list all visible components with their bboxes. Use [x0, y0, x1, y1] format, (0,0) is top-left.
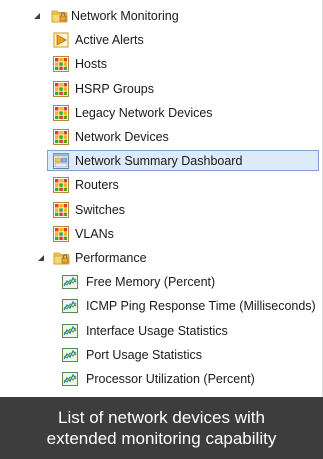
tree-node-network-monitoring[interactable]: Network Monitoring [0, 4, 323, 28]
tree-node-label: Performance [75, 250, 147, 265]
performance-view-icon [62, 371, 78, 387]
tree-item-label: Network Devices [75, 130, 169, 145]
tree-item-icmp-ping-response-time[interactable]: ICMP Ping Response Time (Milliseconds) [0, 294, 323, 318]
tree-item-vlans[interactable]: VLANs [0, 222, 323, 246]
state-view-icon [53, 177, 69, 194]
tree-item-label: HSRP Groups [75, 81, 154, 96]
performance-view-icon [62, 274, 78, 290]
state-view-icon [53, 104, 69, 121]
state-view-icon [53, 201, 69, 218]
tree-item-label: Active Alerts [75, 33, 144, 48]
tree-item-label: Switches [75, 202, 126, 217]
tree-item-interface-usage-statistics[interactable]: Interface Usage Statistics [0, 318, 323, 342]
navigation-tree-pane: Network Monitoring Active Alerts Hosts H… [0, 0, 323, 459]
tree-item-label: Port Usage Statistics [86, 347, 203, 362]
tree-node-label: Network Monitoring [71, 9, 179, 24]
folder-lock-icon [51, 8, 68, 24]
caption-line-1: List of network devices with [58, 408, 265, 427]
tree-item-port-usage-statistics[interactable]: Port Usage Statistics [0, 343, 323, 367]
navigation-tree: Network Monitoring Active Alerts Hosts H… [0, 4, 323, 391]
tree-item-routers[interactable]: Routers [0, 173, 323, 197]
tree-item-label: Hosts [75, 57, 107, 72]
tree-item-label: Legacy Network Devices [75, 105, 213, 120]
tree-item-active-alerts[interactable]: Active Alerts [0, 28, 323, 52]
tree-item-hsrp-groups[interactable]: HSRP Groups [0, 77, 323, 101]
tree-item-label: Routers [75, 178, 119, 193]
tree-item-free-memory[interactable]: Free Memory (Percent) [0, 270, 323, 294]
collapse-arrow-icon[interactable] [36, 253, 46, 263]
state-view-icon [53, 225, 69, 242]
state-view-icon [53, 80, 69, 97]
tree-node-performance[interactable]: Performance [0, 246, 323, 270]
tree-item-label: Interface Usage Statistics [86, 323, 228, 338]
tree-item-label: ICMP Ping Response Time (Milliseconds) [86, 299, 316, 314]
tree-item-network-devices[interactable]: Network Devices [0, 125, 323, 149]
collapse-arrow-icon[interactable] [32, 11, 42, 21]
tree-item-label: Free Memory (Percent) [86, 275, 216, 290]
performance-view-icon [62, 298, 78, 314]
tree-item-network-summary-dashboard[interactable]: Network Summary Dashboard [0, 149, 323, 173]
tree-item-hosts[interactable]: Hosts [0, 52, 323, 76]
folder-lock-icon [53, 250, 70, 266]
alert-view-icon [53, 32, 69, 48]
tree-item-label: Network Summary Dashboard [75, 154, 243, 169]
caption-line-2: extended monitoring capability [46, 429, 277, 448]
performance-view-icon [62, 347, 78, 363]
tree-item-switches[interactable]: Switches [0, 198, 323, 222]
state-view-icon [53, 56, 69, 73]
tree-item-label: VLANs [75, 226, 114, 241]
tree-item-legacy-network-devices[interactable]: Legacy Network Devices [0, 101, 323, 125]
dashboard-view-icon [53, 153, 69, 170]
tree-item-processor-utilization[interactable]: Processor Utilization (Percent) [0, 367, 323, 391]
state-view-icon [53, 129, 69, 146]
tree-item-label: Processor Utilization (Percent) [86, 371, 255, 386]
performance-view-icon [62, 323, 78, 339]
caption-banner: List of network devices with extended mo… [0, 397, 323, 459]
